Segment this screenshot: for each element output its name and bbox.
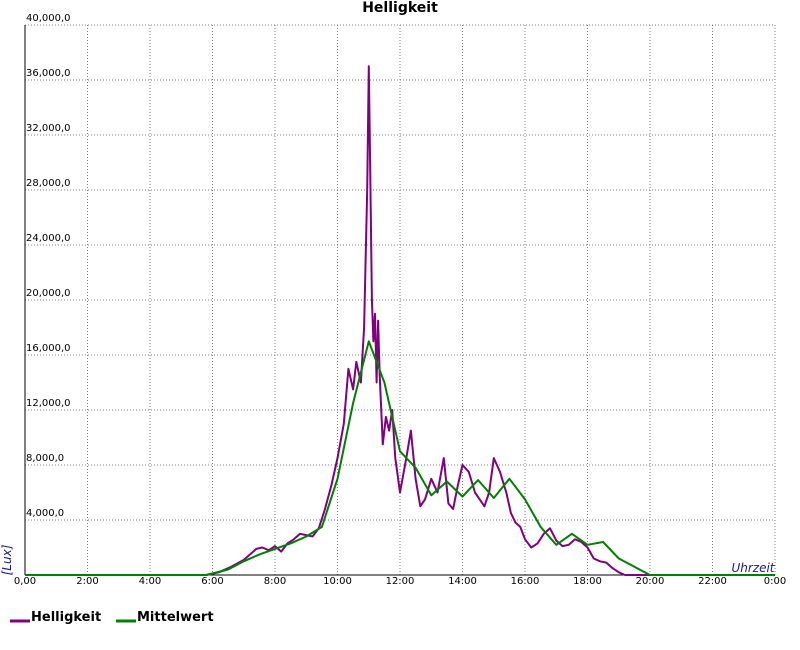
legend-label-mittelwert: Mittelwert bbox=[137, 610, 214, 625]
legend: Helligkeit Mittelwert bbox=[10, 610, 214, 625]
y-tick-label: 28,000,0 bbox=[26, 178, 71, 189]
y-tick-label: 24,000,0 bbox=[26, 233, 71, 244]
x-axis-label: Uhrzeit bbox=[731, 561, 775, 575]
x-tick-label: 0,00 bbox=[14, 576, 36, 587]
chart-title: Helligkeit bbox=[362, 0, 438, 16]
y-tick-label: 16,000,0 bbox=[26, 343, 71, 354]
x-tick-label: 18:00 bbox=[573, 576, 602, 587]
x-tick-label: 20:00 bbox=[636, 576, 665, 587]
y-axis-label: [Lux] bbox=[0, 544, 14, 575]
y-tick-label: 40,000,0 bbox=[26, 13, 71, 24]
y-tick-label: 12,000,0 bbox=[26, 398, 71, 409]
y-tick-label: 20,000,0 bbox=[26, 288, 71, 299]
x-tick-label: 22:00 bbox=[698, 576, 727, 587]
y-tick-label: 8,000,0 bbox=[26, 453, 64, 464]
x-tick-label: 16:00 bbox=[511, 576, 540, 587]
x-tick-label: 14:00 bbox=[448, 576, 477, 587]
y-tick-label: 36,000,0 bbox=[26, 68, 71, 79]
line-chart: 4,000,0 8,000,0 12,000,0 16,000,0 20,000,0 24… bbox=[0, 0, 786, 625]
y-tick-label: 32,000,0 bbox=[26, 123, 71, 134]
x-tick-labels: 0,00 2:00 4:00 6:00 8:00 10:00 12:00 14:00 16:00… bbox=[14, 576, 786, 587]
legend-label-helligkeit: Helligkeit bbox=[31, 610, 101, 625]
x-tick-label: 6:00 bbox=[201, 576, 223, 587]
x-tick-label: 2:00 bbox=[76, 576, 98, 587]
x-tick-label: 12:00 bbox=[386, 576, 415, 587]
x-tick-label: 8:00 bbox=[264, 576, 286, 587]
y-tick-label: 4,000,0 bbox=[26, 508, 64, 519]
x-tick-label: 10:00 bbox=[323, 576, 352, 587]
x-tick-label: 0:00 bbox=[764, 576, 786, 587]
x-tick-label: 4:00 bbox=[139, 576, 161, 587]
